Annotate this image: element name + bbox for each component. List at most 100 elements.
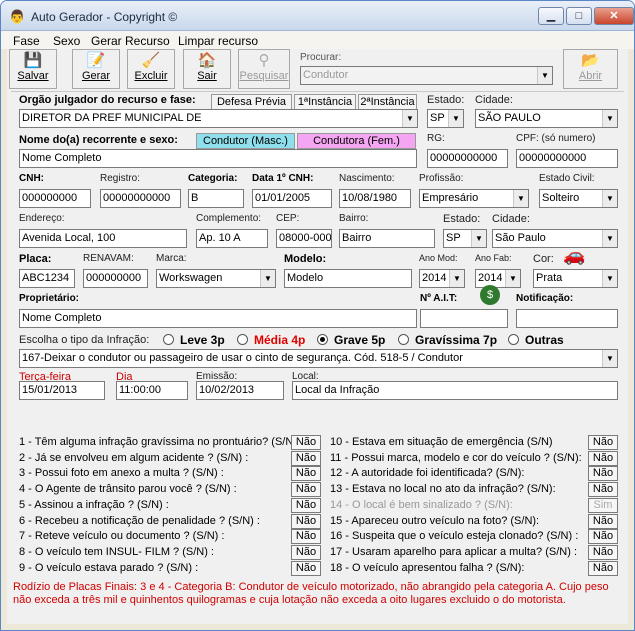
app-window: 👨 Auto Gerador - Copyright © ▁ □ ✕ Fase … (0, 0, 635, 631)
categoria-field[interactable]: B (188, 189, 244, 208)
modelo-field[interactable]: Modelo (284, 269, 412, 288)
condutora-fem-button[interactable]: Condutora (Fem.) (297, 133, 416, 149)
chevron-down-icon: ▼ (537, 67, 552, 84)
modelo-label: Modelo: (284, 253, 327, 265)
answer-toggle-button[interactable]: Não (291, 466, 321, 482)
cor-select[interactable]: Prata ▼ (533, 269, 618, 288)
radio-gravissima[interactable]: Gravíssima 7p (398, 333, 497, 347)
ano-modelo-select[interactable]: 2014 ▼ (419, 269, 465, 288)
condutor-masc-button[interactable]: Condutor (Masc.) (196, 133, 295, 149)
cnh-field[interactable]: 000000000 (19, 189, 91, 208)
open-button[interactable]: 📂 Abrir (563, 49, 618, 89)
placa-field[interactable]: ABC1234 (19, 269, 75, 288)
minimize-button[interactable]: ▁ (538, 7, 564, 25)
marca-select[interactable]: Workswagen ▼ (156, 269, 276, 288)
cpf-field[interactable]: 00000000000 (516, 149, 618, 168)
answer-toggle-button[interactable]: Não (588, 435, 618, 450)
tab-defesa-previa[interactable]: Defesa Prévia (211, 94, 292, 110)
estado-civil-select[interactable]: Solteiro ▼ (539, 189, 618, 208)
answer-toggle-button[interactable]: Não (291, 450, 321, 466)
rg-field[interactable]: 00000000000 (427, 149, 508, 168)
registro-field[interactable]: 00000000000 (100, 189, 181, 208)
infracao-select[interactable]: 167-Deixar o condutor ou passageiro de u… (19, 349, 618, 368)
recorrente-nome-field[interactable]: Nome Completo (19, 149, 417, 168)
radio-outras[interactable]: Outras (508, 333, 564, 347)
answer-toggle-button[interactable]: Não (588, 544, 618, 560)
radio-media[interactable]: Média 4p (237, 333, 305, 347)
chevron-down-icon: ▼ (260, 270, 275, 287)
chevron-down-icon: ▼ (471, 230, 486, 247)
bairro-field[interactable]: Bairro (339, 229, 435, 248)
nascimento-field[interactable]: 10/08/1980 (339, 189, 411, 208)
radio-circle (398, 334, 409, 345)
endereco-cidade-label: Cidade: (492, 213, 530, 225)
answer-toggle-button[interactable]: Não (588, 482, 618, 498)
answer-toggle-button[interactable]: Não (291, 560, 321, 576)
answer-toggle-button[interactable]: Não (291, 544, 321, 560)
delete-button[interactable]: 🧹 Excluir (127, 49, 175, 89)
radio-circle (163, 334, 174, 345)
chevron-down-icon: ▼ (449, 270, 464, 287)
categoria-label: Categoria: (188, 173, 238, 184)
radio-leve[interactable]: Leve 3p (163, 333, 225, 347)
search-combo[interactable]: Condutor ▼ (300, 66, 553, 85)
answer-toggle-button[interactable]: Não (588, 560, 618, 576)
notificacao-field[interactable] (516, 309, 618, 328)
question-label: 9 - O veículo estava parado ? (S/N) : (19, 561, 199, 574)
profissao-select[interactable]: Empresário ▼ (419, 189, 529, 208)
orgao-cidade-select[interactable]: SÃO PAULO ▼ (475, 109, 618, 128)
generate-button[interactable]: 📝 Gerar (72, 49, 120, 89)
exit-button[interactable]: 🏠 Sair (183, 49, 231, 89)
answer-toggle-button[interactable]: Não (588, 513, 618, 529)
answer-toggle-button[interactable]: Não (291, 435, 321, 450)
answer-toggle-button[interactable]: Não (588, 529, 618, 545)
orgao-select[interactable]: DIRETOR DA PREF MUNICIPAL DE ▼ (19, 109, 418, 128)
maximize-button[interactable]: □ (566, 7, 592, 25)
data-cnh-field[interactable]: 01/01/2005 (252, 189, 332, 208)
cor-label: Cor: (533, 253, 554, 265)
ano-fab-label: Ano Fab: (475, 253, 512, 263)
question-label: 14 - O local é bem sinalizado ? (S/N): (330, 498, 513, 511)
car-icon: 🚗 (563, 245, 586, 265)
close-button[interactable]: ✕ (594, 7, 634, 25)
app-icon: 👨 (9, 9, 26, 24)
tab-segunda-instancia[interactable]: 2ªInstância (358, 94, 417, 110)
hora-field[interactable]: 11:00:00 (116, 381, 188, 400)
data-infracao-field[interactable]: 15/01/2013 (19, 381, 105, 400)
endereco-cidade-select[interactable]: São Paulo ▼ (492, 229, 618, 248)
answer-toggle-button[interactable]: Não (291, 513, 321, 529)
ano-modelo-label: Ano Mod: (419, 253, 458, 263)
chevron-down-icon: ▼ (602, 350, 617, 367)
cep-field[interactable]: 08000-000 (276, 229, 332, 248)
endereco-estado-select[interactable]: SP ▼ (443, 229, 487, 248)
cpf-label: CPF: (só numero) (516, 133, 596, 144)
endereco-label: Endereço: (19, 213, 65, 224)
orgao-estado-select[interactable]: SP ▼ (427, 109, 464, 128)
complemento-field[interactable]: Ap. 10 A (196, 229, 268, 248)
question-label: 4 - O Agente de trânsito parou você ? (S… (19, 483, 237, 496)
answer-toggle-button[interactable]: Não (291, 482, 321, 498)
answer-toggle-button[interactable]: Sim (588, 497, 618, 513)
chevron-down-icon: ▼ (602, 270, 617, 287)
answer-toggle-button[interactable]: Não (588, 466, 618, 482)
answer-toggle-button[interactable]: Não (588, 450, 618, 466)
endereco-field[interactable]: Avenida Local, 100 (19, 229, 187, 248)
tab-primeira-instancia[interactable]: 1ªInstância (294, 94, 356, 110)
menu-gerar-recurso[interactable]: Gerar Recurso (91, 34, 170, 48)
menu-sexo[interactable]: Sexo (53, 34, 80, 48)
menu-fase[interactable]: Fase (13, 34, 40, 48)
menu-limpar-recurso[interactable]: Limpar recurso (178, 34, 258, 48)
ano-fab-select[interactable]: 2014 ▼ (475, 269, 521, 288)
question-label: 3 - Possui foto em anexo a multa ? (S/N)… (19, 467, 224, 480)
answer-toggle-button[interactable]: Não (291, 497, 321, 513)
folder-icon: 📂 (581, 52, 600, 69)
emissao-field[interactable]: 10/02/2013 (196, 381, 284, 400)
renavam-field[interactable]: 000000000 (83, 269, 148, 288)
radio-grave[interactable]: Grave 5p (317, 333, 385, 347)
answer-toggle-button[interactable]: Não (291, 529, 321, 545)
ait-field[interactable] (420, 309, 508, 328)
save-button[interactable]: 💾 Salvar (9, 49, 57, 89)
search-button[interactable]: ⚲ Pesquisar (238, 49, 290, 89)
proprietario-field[interactable]: Nome Completo (19, 309, 417, 328)
local-field[interactable]: Local da Infração (292, 381, 618, 400)
